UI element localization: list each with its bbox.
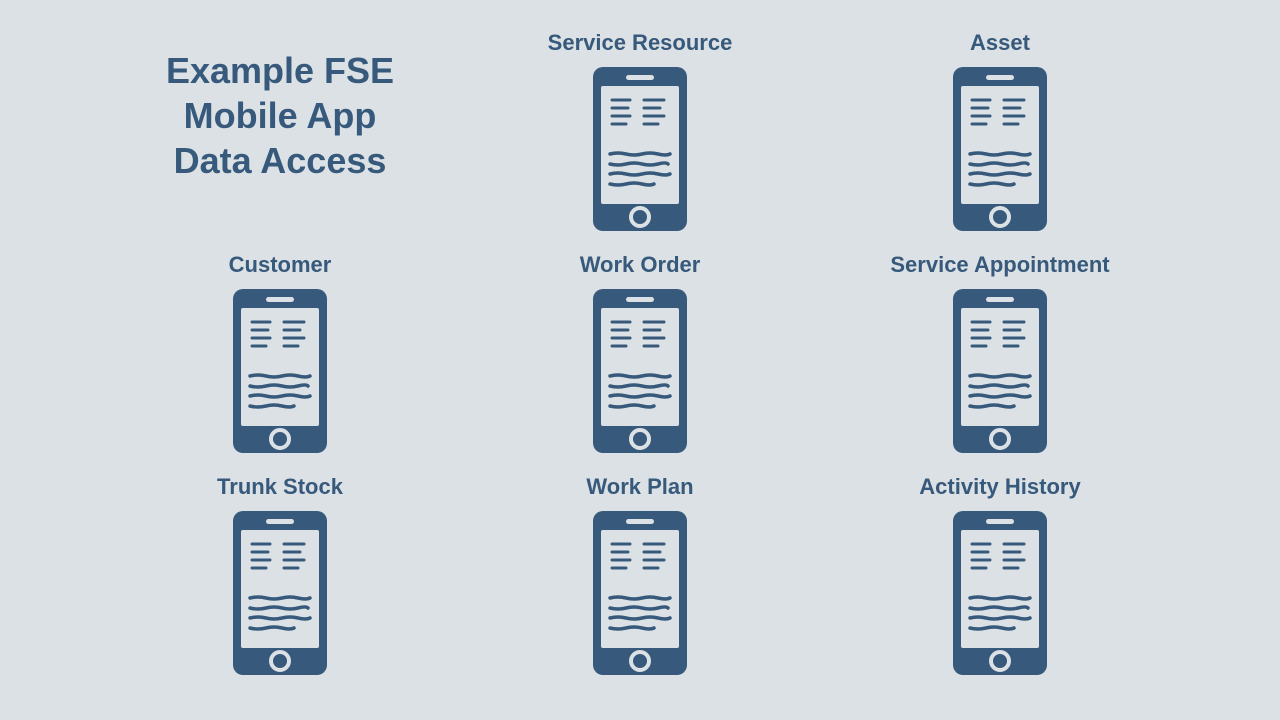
item-customer: Customer <box>140 252 420 461</box>
item-label: Customer <box>140 252 420 278</box>
item-service-appointment: Service Appointment <box>860 252 1140 461</box>
item-label: Service Appointment <box>860 252 1140 278</box>
title-line-2: Mobile App <box>140 93 420 138</box>
item-activity-history: Activity History <box>860 474 1140 683</box>
phone-icon <box>950 286 1050 461</box>
item-label: Work Order <box>500 252 780 278</box>
item-label: Activity History <box>860 474 1140 500</box>
item-label: Work Plan <box>500 474 780 500</box>
title-line-1: Example FSE <box>140 48 420 93</box>
phone-icon <box>950 508 1050 683</box>
item-work-order: Work Order <box>500 252 780 461</box>
item-service-resource: Service Resource <box>500 30 780 239</box>
item-label: Trunk Stock <box>140 474 420 500</box>
item-label: Asset <box>860 30 1140 56</box>
phone-icon <box>590 508 690 683</box>
item-trunk-stock: Trunk Stock <box>140 474 420 683</box>
phone-icon <box>230 508 330 683</box>
diagram-title: Example FSE Mobile App Data Access <box>140 48 420 183</box>
item-label: Service Resource <box>500 30 780 56</box>
phone-icon <box>590 64 690 239</box>
phone-icon <box>590 286 690 461</box>
item-asset: Asset <box>860 30 1140 239</box>
item-work-plan: Work Plan <box>500 474 780 683</box>
phone-icon <box>230 286 330 461</box>
title-line-3: Data Access <box>140 138 420 183</box>
phone-icon <box>950 64 1050 239</box>
